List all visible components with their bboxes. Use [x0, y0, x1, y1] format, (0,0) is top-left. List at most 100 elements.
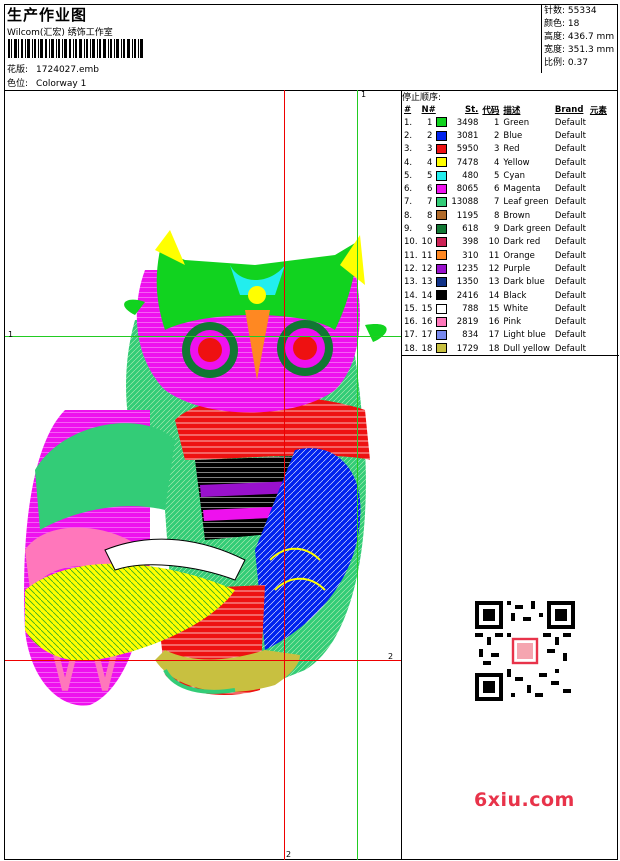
stitch-count: 2416	[456, 290, 479, 301]
color-swatch	[436, 223, 448, 234]
swatch-cell	[434, 342, 449, 355]
stat-value: 351.3 mm	[567, 45, 615, 55]
stop-sequence-label: 停止顺序:	[402, 93, 442, 103]
row-index: 16.	[404, 317, 418, 328]
needle-number: 11	[421, 250, 433, 261]
guide-line-green-vertical	[357, 90, 358, 860]
color-description: Magenta	[503, 184, 541, 195]
needle-number: 18	[421, 343, 433, 354]
swatch-cell	[434, 196, 449, 209]
stitch-count: 834	[462, 330, 479, 341]
color-code: 4	[494, 157, 500, 168]
stitch-count: 8065	[456, 184, 479, 195]
color-code: 3	[494, 144, 500, 155]
stitch-count: 788	[462, 303, 479, 314]
row-index: 1.	[404, 117, 413, 128]
table-row: 11. 11 310 11 Orange Default	[402, 249, 609, 262]
color-description: White	[503, 303, 529, 314]
stat-width: 宽度: 351.3 mm	[544, 44, 620, 57]
stat-value: 0.37	[567, 58, 588, 68]
color-code: 2	[494, 130, 500, 141]
element-cell	[588, 116, 609, 129]
color-code: 12	[488, 263, 500, 274]
color-description: Cyan	[503, 170, 525, 181]
swatch-cell	[434, 236, 449, 249]
row-index: 14.	[404, 290, 418, 301]
stat-height: 高度: 436.7 mm	[544, 31, 620, 44]
column-header: Brand	[554, 104, 584, 115]
swatch-cell	[434, 289, 449, 302]
design-stats: 针数: 55334 颜色: 18 高度: 436.7 mm 宽度: 351.3 …	[541, 5, 620, 73]
color-swatch	[436, 316, 448, 327]
studio-subtitle: Wilcom(汇宏) 绣饰工作室	[7, 28, 113, 38]
color-code: 11	[488, 250, 500, 261]
production-sheet: 生产作业图 Wilcom(汇宏) 绣饰工作室 花版: 1724027.emb 色…	[4, 4, 620, 860]
color-code: 14	[488, 290, 500, 301]
color-code: 9	[494, 224, 500, 235]
table-row: 14. 14 2416 14 Black Default	[402, 289, 609, 302]
table-row: 17. 17 834 17 Light blue Default	[402, 329, 609, 342]
color-description: Dark blue	[503, 277, 545, 288]
guide-label: 2	[388, 652, 394, 661]
color-swatch	[436, 303, 448, 314]
color-swatch	[436, 197, 448, 208]
thread-brand: Default	[554, 170, 586, 181]
color-swatch	[436, 250, 448, 261]
stitch-count: 618	[462, 224, 479, 235]
color-code: 15	[488, 303, 500, 314]
swatch-cell	[434, 156, 449, 169]
guide-label: 1	[8, 330, 14, 339]
thread-brand: Default	[554, 157, 586, 168]
color-swatch	[436, 263, 448, 274]
element-cell	[588, 302, 609, 315]
stitch-count: 480	[462, 170, 479, 181]
swatch-cell	[434, 182, 449, 195]
swatch-cell	[434, 276, 449, 289]
table-row: 5. 5 480 5 Cyan Default	[402, 169, 609, 182]
color-description: Green	[503, 117, 530, 128]
thread-brand: Default	[554, 263, 586, 274]
table-row: 12. 12 1235 12 Purple Default	[402, 262, 609, 275]
table-row: 2. 2 3081 2 Blue Default	[402, 129, 609, 142]
table-row: 15. 15 788 15 White Default	[402, 302, 609, 315]
element-cell	[588, 276, 609, 289]
element-cell	[588, 342, 609, 355]
element-cell	[588, 329, 609, 342]
stitch-count: 2819	[456, 317, 479, 328]
stat-label: 宽度:	[544, 45, 566, 55]
swatch-cell	[434, 315, 449, 328]
table-row: 4. 4 7478 4 Yellow Default	[402, 156, 609, 169]
design-file-line: 花版: 1724027.emb	[7, 62, 99, 75]
color-description: Red	[503, 144, 520, 155]
color-description: Orange	[503, 250, 535, 261]
color-swatch	[436, 183, 448, 194]
color-description: Dull yellow	[503, 343, 550, 354]
file-label: 花版:	[7, 65, 29, 75]
colorway-line: 色位: Colorway 1	[7, 76, 86, 89]
thread-brand: Default	[554, 237, 586, 248]
owl-embroidery-image	[24, 230, 387, 706]
swatch-cell	[434, 329, 449, 342]
element-cell	[588, 262, 609, 275]
table-header-row: # N# St. 代码 描述 Brand 元素	[402, 103, 609, 116]
element-cell	[588, 169, 609, 182]
file-name: 1724027.emb	[36, 65, 100, 75]
row-index: 11.	[404, 250, 418, 261]
color-swatch	[436, 276, 448, 287]
column-header: St.	[464, 104, 479, 115]
table-row: 13. 13 1350 13 Dark blue Default	[402, 276, 609, 289]
column-header: 元素	[589, 105, 607, 116]
stitch-count: 1350	[456, 277, 479, 288]
watermark-logo: 6xiu.com	[474, 789, 575, 811]
needle-number: 16	[421, 317, 433, 328]
column-header: #	[404, 104, 412, 115]
color-description: Light blue	[503, 330, 546, 341]
color-sequence-body: 1. 1 3498 1 Green Default 2. 2 3081 2 Blue Default 3…	[402, 116, 609, 355]
stat-value: 18	[567, 19, 580, 29]
thread-brand: Default	[554, 130, 586, 141]
color-swatch	[436, 343, 448, 354]
element-cell	[588, 315, 609, 328]
color-code: 10	[488, 237, 500, 248]
needle-number: 15	[421, 303, 433, 314]
color-description: Pink	[503, 317, 522, 328]
